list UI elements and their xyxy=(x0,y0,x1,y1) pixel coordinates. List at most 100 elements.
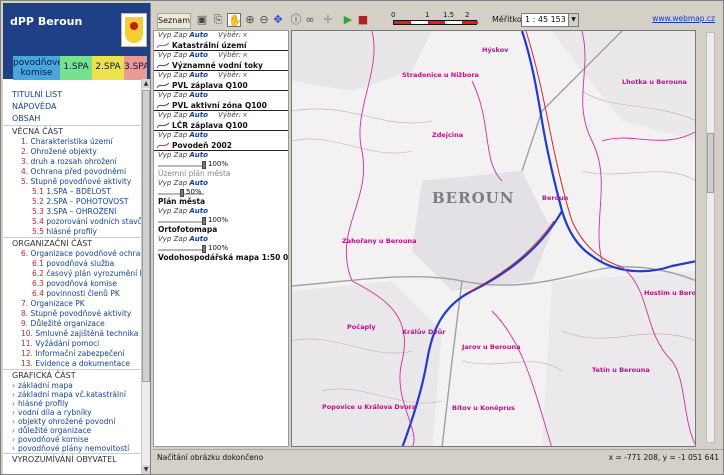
toggle-auto[interactable]: Auto xyxy=(189,111,208,119)
clear-selection-icon[interactable]: × xyxy=(242,31,248,39)
toggle-vyp[interactable]: Vyp xyxy=(158,179,171,187)
slider-handle[interactable] xyxy=(202,245,206,253)
nav-item[interactable]: 6. Organizace povodňové ochrany xyxy=(3,249,142,259)
map-view[interactable]: BEROUN Hýskov Stradonice u Nižbora Lhotk… xyxy=(291,30,696,447)
info-icon[interactable]: ⓘ xyxy=(289,13,303,27)
layer-visibility-toggle[interactable]: Vyp Zap Auto Výběr:× xyxy=(154,111,288,120)
nav-item[interactable]: 5.2 2.SPA – POHOTOVOST xyxy=(3,197,142,207)
layer-visibility-toggle[interactable]: Vyp Zap Auto xyxy=(154,131,288,140)
nav-item[interactable]: 3. druh a rozsah ohrožení xyxy=(3,157,142,167)
chevron-down-icon[interactable]: ▼ xyxy=(568,14,578,26)
nav-item[interactable]: 5.4 pozorování vodních stavů xyxy=(3,217,142,227)
nav-item[interactable]: 8. Stupně povodňové aktivity xyxy=(3,309,142,319)
toggle-auto[interactable]: Auto xyxy=(189,207,208,215)
scroll-up-icon[interactable]: ▲ xyxy=(142,79,150,88)
toggle-zap[interactable]: Zap xyxy=(174,179,188,187)
opacity-slider[interactable]: 100% xyxy=(154,244,288,253)
grafika-item[interactable]: › důležité organizace xyxy=(3,426,142,435)
layer-visibility-toggle[interactable]: Vyp Zap Auto xyxy=(154,179,288,188)
clear-selection-icon[interactable]: × xyxy=(242,71,248,79)
toggle-vyp[interactable]: Vyp xyxy=(158,111,171,119)
center-icon[interactable]: ✛ xyxy=(321,13,335,27)
nav-item[interactable]: 2. Ohrožené objekty xyxy=(3,147,142,157)
opacity-slider[interactable]: 100% xyxy=(154,216,288,225)
toggle-vyp[interactable]: Vyp xyxy=(158,91,171,99)
tab-1spa[interactable]: 1.SPA xyxy=(60,56,92,80)
nav-item[interactable]: 6.2 časový plán vyrozumění PK xyxy=(3,269,142,279)
layer-row[interactable]: Významné vodní toky xyxy=(154,60,288,71)
map-vertical-scrollbar[interactable] xyxy=(697,30,723,447)
layer-row[interactable]: LČR záplava Q100 xyxy=(154,120,288,131)
nav-item[interactable]: 5. Stupně povodňové aktivity xyxy=(3,177,142,187)
slider-handle[interactable] xyxy=(202,217,206,225)
nav-item[interactable]: 7. Organizace PK xyxy=(3,299,142,309)
toggle-vyp[interactable]: Vyp xyxy=(158,151,171,159)
toggle-zap[interactable]: Zap xyxy=(174,91,188,99)
tab-3spa[interactable]: 3.SPA xyxy=(124,56,147,80)
nav-item[interactable]: 6.4 povinnosti členů PK xyxy=(3,289,142,299)
toggle-zap[interactable]: Zap xyxy=(174,111,188,119)
toggle-auto[interactable]: Auto xyxy=(189,71,208,79)
layer-visibility-toggle[interactable]: Vyp Zap Auto Výběr:× xyxy=(154,31,288,40)
webmap-link[interactable]: www.webmap.cz xyxy=(652,14,715,23)
grafika-item[interactable]: › hlásné profily xyxy=(3,399,142,408)
toggle-auto[interactable]: Auto xyxy=(189,51,208,59)
toggle-auto[interactable]: Auto xyxy=(189,131,208,139)
layer-row[interactable]: PVL aktivní zóna Q100 xyxy=(154,100,288,111)
toggle-zap[interactable]: Zap xyxy=(174,31,188,39)
nav-item[interactable]: 5.5 hlásné profily xyxy=(3,227,142,237)
layer-row[interactable]: Povodeň 2002 xyxy=(154,140,288,151)
toggle-zap[interactable]: Zap xyxy=(174,131,188,139)
play-icon[interactable]: ▶ xyxy=(341,13,355,27)
toggle-vyp[interactable]: Vyp xyxy=(158,51,171,59)
toggle-vyp[interactable]: Vyp xyxy=(158,71,171,79)
nav-item[interactable]: 5.3 3.SPA – OHROŽENÍ xyxy=(3,207,142,217)
binoculars-icon[interactable]: ∞ xyxy=(303,13,317,27)
zoom-out-icon[interactable]: ⊖ xyxy=(257,13,271,27)
zoom-in-icon[interactable]: ⊕ xyxy=(243,13,257,27)
clear-selection-icon[interactable]: × xyxy=(242,111,248,119)
toggle-auto[interactable]: Auto xyxy=(189,235,208,243)
toggle-vyber[interactable]: Výběr: xyxy=(218,51,241,59)
layer-visibility-toggle[interactable]: Vyp Zap Auto xyxy=(154,235,288,244)
grafika-item[interactable]: › povodňové komise xyxy=(3,435,142,444)
nav-item[interactable]: 10. Smluvně zajištěná technika xyxy=(3,329,142,339)
nav-item[interactable]: 6.3 povodňová komise xyxy=(3,279,142,289)
tab-povodnove-komise[interactable]: povodňové komise xyxy=(13,56,60,80)
toggle-auto[interactable]: Auto xyxy=(189,179,208,187)
move-arrows-icon[interactable]: ✥ xyxy=(271,13,285,27)
toggle-vyp[interactable]: Vyp xyxy=(158,235,171,243)
toggle-vyber[interactable]: Výběr: xyxy=(218,71,241,79)
map-scroll-thumb[interactable] xyxy=(707,133,714,193)
nav-item[interactable]: 12. Informační zabezpečení xyxy=(3,349,142,359)
grafika-item[interactable]: › povodňové plány nemovitostí xyxy=(3,444,142,453)
nav-item[interactable]: 5.1 1.SPA – BDĚLOST xyxy=(3,187,142,197)
toggle-auto[interactable]: Auto xyxy=(189,91,208,99)
layer-row[interactable]: Katastrální území xyxy=(154,40,288,51)
tab-2spa[interactable]: 2.SPA xyxy=(92,56,124,80)
slider-handle[interactable] xyxy=(202,161,206,169)
save-icon[interactable]: ■ xyxy=(356,13,370,27)
zoom-back-icon[interactable]: ⎘ xyxy=(211,13,225,27)
layer-row[interactable]: PVL záplava Q100 xyxy=(154,80,288,91)
grafika-item[interactable]: › základní mapa xyxy=(3,381,142,390)
toggle-zap[interactable]: Zap xyxy=(174,207,188,215)
seznam-button[interactable]: Seznam xyxy=(157,13,191,29)
toggle-vyp[interactable]: Vyp xyxy=(158,31,171,39)
nav-item[interactable]: 4. Ochrana před povodněmi xyxy=(3,167,142,177)
toggle-vyber[interactable]: Výběr: xyxy=(218,111,241,119)
toggle-zap[interactable]: Zap xyxy=(174,151,188,159)
grafika-item[interactable]: › vodní díla a rybníky xyxy=(3,408,142,417)
layer-visibility-toggle[interactable]: Vyp Zap Auto Výběr:× xyxy=(154,71,288,80)
layer-visibility-toggle[interactable]: Vyp Zap Auto xyxy=(154,91,288,100)
scroll-thumb[interactable] xyxy=(142,90,150,382)
layer-visibility-toggle[interactable]: Vyp Zap Auto xyxy=(154,207,288,216)
link-titulni-list[interactable]: TITULNÍ LIST xyxy=(3,89,142,101)
grafika-item[interactable]: › základní mapa vč.katastrální xyxy=(3,390,142,399)
link-napoveda[interactable]: NÁPOVĚDA xyxy=(3,101,142,113)
toggle-zap[interactable]: Zap xyxy=(174,51,188,59)
opacity-slider[interactable]: 50% xyxy=(154,188,288,197)
toggle-vyp[interactable]: Vyp xyxy=(158,207,171,215)
nav-item[interactable]: 6.1 povodňová služba xyxy=(3,259,142,269)
grafika-item[interactable]: › objekty ohrožené povodní xyxy=(3,417,142,426)
